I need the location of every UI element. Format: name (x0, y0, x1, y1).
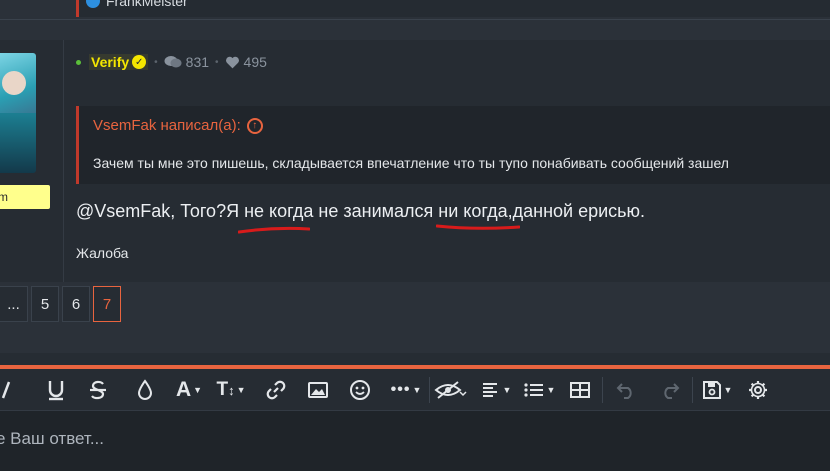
spoiler-icon[interactable] (432, 375, 468, 405)
separator: • (215, 56, 219, 68)
table-icon[interactable] (566, 375, 594, 405)
separator: • (154, 56, 158, 68)
font-family-icon[interactable]: A ▼ (170, 375, 208, 405)
user-title-badge: m (0, 185, 50, 209)
red-underline-mark (436, 224, 520, 230)
likes-stat: 495 (225, 54, 267, 70)
smilies-icon[interactable] (346, 375, 374, 405)
toolbar-separator (602, 377, 603, 403)
previous-author[interactable]: FrankMeister (86, 0, 188, 9)
reply-input[interactable]: е Ваш ответ... (0, 410, 830, 471)
heart-icon (225, 56, 239, 68)
quote-text: Зачем ты мне это пишешь, складывается вп… (93, 155, 729, 171)
message-highlight: ни когда, (438, 201, 513, 221)
messages-stat: 831 (164, 54, 209, 70)
undo-icon[interactable] (612, 375, 640, 405)
page-link[interactable]: 5 (31, 286, 59, 322)
message-body: @VsemFak, Того?Я не когда не занимался н… (76, 201, 645, 222)
username-text[interactable]: Verify (91, 54, 129, 70)
message-highlight: не когда (244, 201, 314, 221)
page-link[interactable]: 6 (62, 286, 90, 322)
page-current[interactable]: 7 (93, 286, 121, 322)
editor-spacer (0, 353, 830, 365)
quote-author[interactable]: VsemFak написал(а): ↑ (93, 117, 263, 134)
post: m Verify ✓ • 831 • 495 VsemFak написал(а… (0, 40, 830, 282)
verified-check-icon: ✓ (132, 55, 147, 69)
quote-author-label[interactable]: VsemFak написал(а): (93, 117, 241, 134)
red-underline-mark (238, 226, 310, 234)
text-color-icon[interactable] (131, 375, 159, 405)
previous-post: FrankMeister (0, 0, 830, 20)
report-link[interactable]: Жалоба (76, 245, 128, 261)
quote-block: VsemFak написал(а): ↑ Зачем ты мне это п… (76, 106, 830, 184)
previous-quote (76, 0, 830, 17)
message-part: данной ерисью. (512, 201, 646, 221)
messages-count: 831 (185, 54, 210, 70)
author-avatar-icon (86, 0, 100, 8)
chat-bubbles-icon (164, 56, 182, 68)
strikethrough-icon[interactable] (84, 375, 112, 405)
image-icon[interactable] (304, 375, 332, 405)
message-part: не занимался (313, 201, 439, 221)
toolbar-separator (692, 377, 693, 403)
editor-toolbar: A ▼ T ↕ ▼ ••• ▼ ▼ ▼ ▼ (0, 369, 830, 410)
message-part: @VsemFak, Того?Я (76, 201, 245, 221)
previous-author-name[interactable]: FrankMeister (106, 0, 188, 9)
font-size-icon[interactable]: T ↕ ▼ (212, 375, 250, 405)
forum-thread-page: FrankMeister m Verify ✓ • 831 • 495 Vsem… (0, 0, 830, 471)
underline-icon[interactable] (42, 375, 70, 405)
page-ellipsis[interactable]: ... (0, 286, 28, 322)
arrow-up-circle-icon[interactable]: ↑ (246, 117, 263, 134)
drafts-icon[interactable]: ▼ (698, 375, 736, 405)
reply-placeholder: е Ваш ответ... (0, 429, 105, 448)
pagination: ... 5 6 7 (0, 286, 121, 330)
italic-icon[interactable] (0, 375, 18, 405)
list-icon[interactable]: ▼ (520, 375, 558, 405)
redo-icon[interactable] (656, 375, 684, 405)
settings-icon[interactable] (744, 375, 772, 405)
avatar[interactable] (0, 53, 36, 173)
username[interactable]: Verify ✓ (89, 54, 149, 70)
user-column: m (0, 40, 64, 282)
more-options-icon[interactable]: ••• ▼ (386, 375, 426, 405)
online-indicator-icon (76, 59, 81, 65)
post-meta: Verify ✓ • 831 • 495 (76, 54, 267, 70)
toolbar-separator (429, 377, 430, 403)
link-icon[interactable] (262, 375, 290, 405)
align-icon[interactable]: ▼ (478, 375, 514, 405)
likes-count: 495 (243, 54, 267, 70)
